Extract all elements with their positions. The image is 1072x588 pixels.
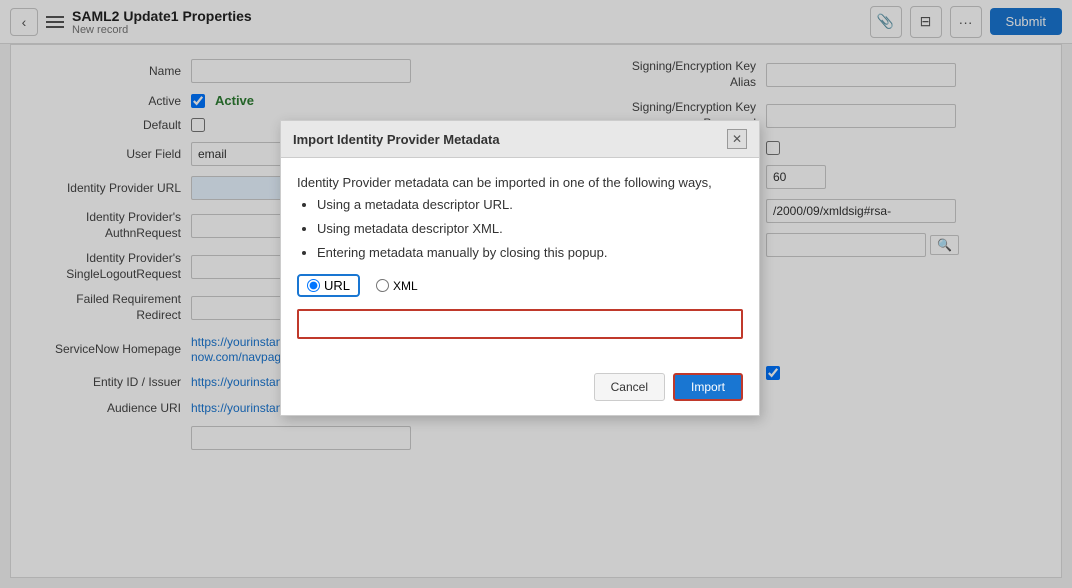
modal-close-button[interactable]: ✕ (727, 129, 747, 149)
modal-body: Identity Provider metadata can be import… (281, 158, 759, 365)
modal-title: Import Identity Provider Metadata (293, 132, 500, 147)
modal-options: URL XML (297, 274, 743, 297)
xml-radio[interactable] (376, 279, 389, 292)
url-option[interactable]: URL (297, 274, 360, 297)
url-label: URL (324, 278, 350, 293)
page: ‹ SAML2 Update1 Properties New record 📎 … (0, 0, 1072, 588)
modal-description: Identity Provider metadata can be import… (297, 172, 743, 264)
bullet-1: Using a metadata descriptor URL. (317, 194, 743, 216)
url-radio[interactable] (307, 279, 320, 292)
bullet-2: Using metadata descriptor XML. (317, 218, 743, 240)
bullet-3: Entering metadata manually by closing th… (317, 242, 743, 264)
xml-label: XML (393, 279, 418, 293)
url-input-wrap (297, 309, 743, 339)
import-button[interactable]: Import (673, 373, 743, 401)
xml-option[interactable]: XML (376, 279, 418, 293)
import-metadata-modal: Import Identity Provider Metadata ✕ Iden… (280, 120, 760, 416)
url-input[interactable] (297, 309, 743, 339)
cancel-button[interactable]: Cancel (594, 373, 665, 401)
modal-header: Import Identity Provider Metadata ✕ (281, 121, 759, 158)
modal-footer: Cancel Import (281, 365, 759, 415)
